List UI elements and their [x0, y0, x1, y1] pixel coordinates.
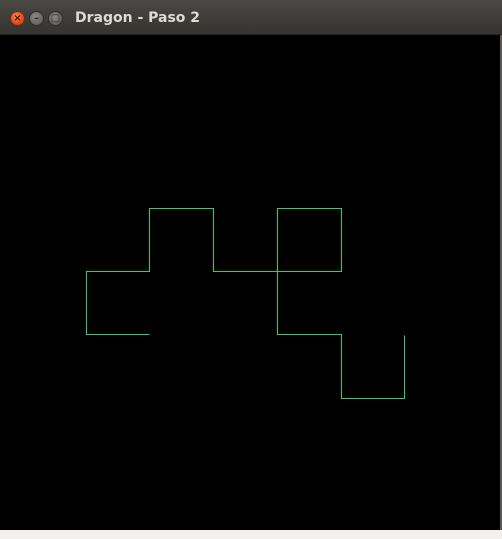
drawing-canvas — [0, 35, 502, 530]
dragon-curve-line — [86, 208, 405, 399]
maximize-button[interactable]: □ — [48, 11, 63, 26]
close-button[interactable]: × — [10, 11, 25, 26]
maximize-icon: □ — [50, 13, 61, 24]
close-icon: × — [13, 13, 22, 24]
title-bar[interactable]: × – □ Dragon - Paso 2 — [0, 0, 502, 35]
window-title: Dragon - Paso 2 — [75, 10, 201, 26]
minimize-button[interactable]: – — [29, 11, 44, 26]
dragon-curve-svg — [86, 208, 405, 399]
background-terminal-strip — [0, 530, 502, 539]
app-window: × – □ Dragon - Paso 2 — [0, 0, 502, 539]
minimize-icon: – — [34, 13, 39, 24]
